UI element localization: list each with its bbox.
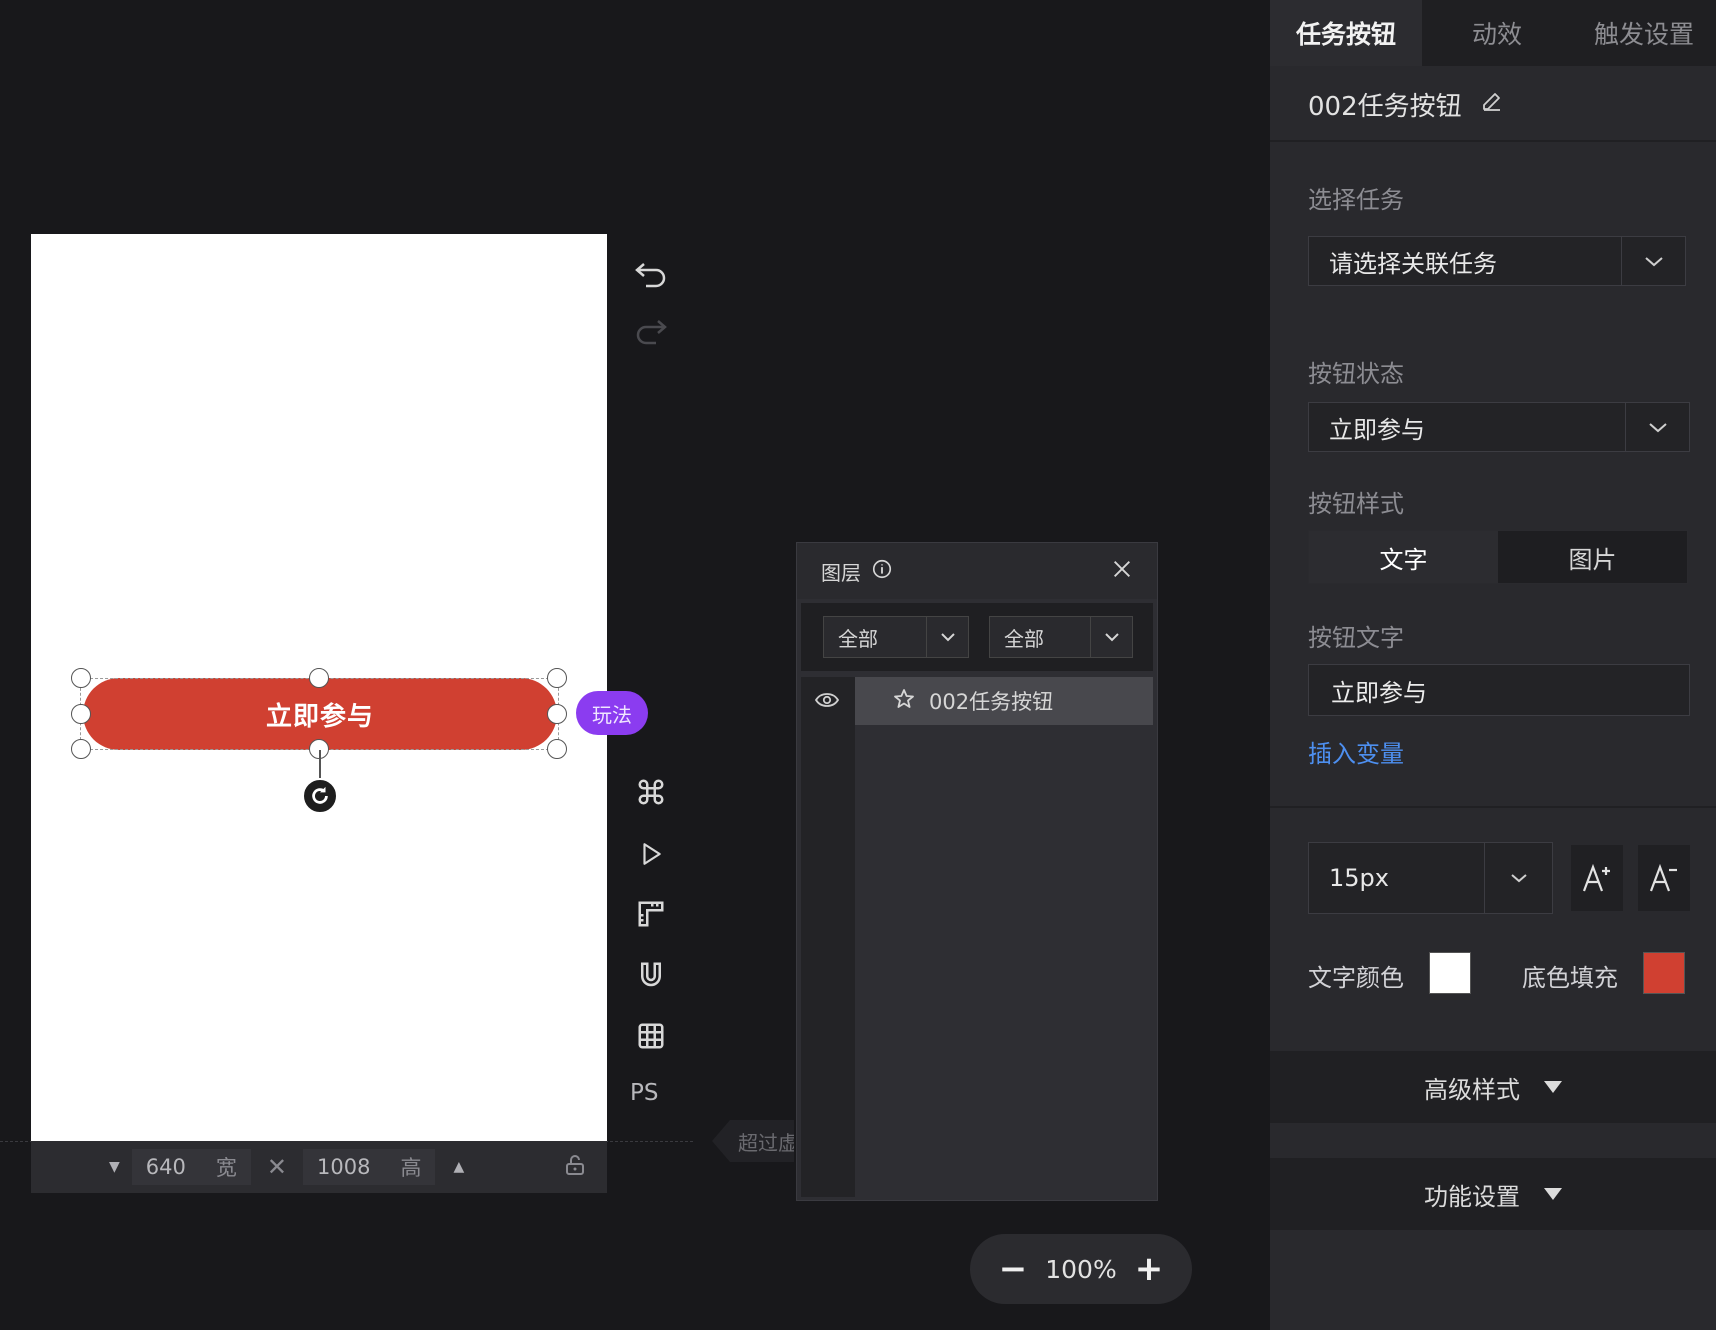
eye-icon[interactable] <box>814 689 840 715</box>
button-state-value: 立即参与 <box>1329 415 1425 444</box>
divider <box>1270 806 1716 808</box>
button-style-label: 按钮样式 <box>1308 490 1404 518</box>
width-value[interactable]: 640 <box>146 1155 186 1179</box>
magnet-icon[interactable] <box>631 955 671 995</box>
resize-handle-top[interactable] <box>309 668 329 688</box>
tab-task-button[interactable]: 任务按钮 <box>1270 0 1422 66</box>
divider <box>1270 140 1716 142</box>
zoom-in-button[interactable]: + <box>1134 1249 1164 1289</box>
layer-filter-1-value: 全部 <box>838 626 878 651</box>
advanced-style-section[interactable]: 高级样式 <box>1270 1051 1716 1123</box>
layer-filter-2-value: 全部 <box>1004 626 1044 651</box>
tab-animation[interactable]: 动效 <box>1422 0 1572 66</box>
style-option-text[interactable]: 文字 <box>1309 531 1498 583</box>
resize-handle-bottom-left[interactable] <box>71 739 91 759</box>
chevron-down-icon <box>1090 617 1132 657</box>
component-star-icon <box>891 687 917 716</box>
font-size-dropdown[interactable]: 15px <box>1308 842 1553 914</box>
function-settings-label: 功能设置 <box>1424 1182 1520 1211</box>
font-decrease-icon[interactable] <box>1638 845 1690 911</box>
zoom-level: 100% <box>1045 1254 1117 1284</box>
font-size-value: 15px <box>1329 864 1389 892</box>
chevron-down-icon <box>1484 843 1552 913</box>
undo-icon[interactable] <box>631 255 671 295</box>
fill-color-label: 底色填充 <box>1522 964 1618 992</box>
ps-import-button[interactable]: PS <box>630 1080 658 1106</box>
select-task-dropdown[interactable]: 请选择关联任务 <box>1308 236 1686 286</box>
close-icon[interactable] <box>1111 558 1133 585</box>
advanced-style-label: 高级样式 <box>1424 1075 1520 1104</box>
multiply-icon: ✕ <box>266 1153 287 1181</box>
insert-variable-link[interactable]: 插入变量 <box>1308 734 1404 769</box>
layer-filter-dropdown-2[interactable]: 全部 <box>989 616 1133 658</box>
chevron-down-icon <box>926 617 968 657</box>
caret-down-icon <box>1544 1188 1562 1200</box>
unlock-icon[interactable] <box>563 1153 587 1182</box>
artboard-size-bar: ▼ 640 宽 ✕ 1008 高 ▲ <box>31 1141 607 1193</box>
height-value[interactable]: 1008 <box>317 1155 370 1179</box>
canvas-area: 立即参与 玩法 ▼ 640 宽 ✕ 1008 高 ▲ PS 超过虚 图层 全部 … <box>0 0 1270 1330</box>
layer-panel-title: 图层 <box>821 560 861 585</box>
layer-panel-header: 图层 <box>797 543 1157 599</box>
ruler-icon[interactable] <box>631 894 671 934</box>
command-icon[interactable] <box>631 772 671 812</box>
layer-panel: 图层 全部 全部 002任务按钮 <box>796 542 1158 1201</box>
width-unit: 宽 <box>215 1156 237 1180</box>
height-field[interactable]: 1008 高 <box>302 1149 436 1185</box>
resize-handle-bottom-right[interactable] <box>547 739 567 759</box>
layer-item-label: 002任务按钮 <box>929 690 1054 714</box>
layer-visibility-column <box>801 677 855 1197</box>
button-text-label: 按钮文字 <box>1308 624 1404 652</box>
rotate-icon[interactable] <box>302 778 338 814</box>
resize-handle-top-right[interactable] <box>547 668 567 688</box>
layer-filter-dropdown-1[interactable]: 全部 <box>823 616 969 658</box>
button-state-dropdown[interactable]: 立即参与 <box>1308 402 1690 452</box>
grid-icon[interactable] <box>631 1016 671 1056</box>
text-color-label: 文字颜色 <box>1308 964 1404 992</box>
resize-handle-left[interactable] <box>71 704 91 724</box>
font-increase-icon[interactable] <box>1571 845 1623 911</box>
height-unit: 高 <box>400 1156 422 1180</box>
rotate-stem <box>319 750 321 778</box>
resize-handle-top-left[interactable] <box>71 668 91 688</box>
caret-up-icon[interactable]: ▲ <box>453 1159 464 1175</box>
style-option-image[interactable]: 图片 <box>1498 531 1687 583</box>
panel-tabs: 任务按钮 动效 触发设置 <box>1270 0 1716 66</box>
layer-item[interactable]: 002任务按钮 <box>855 677 1153 725</box>
redo-icon[interactable] <box>631 312 671 352</box>
resize-handle-right[interactable] <box>547 704 567 724</box>
edit-icon[interactable] <box>1480 89 1504 120</box>
button-style-toggle: 文字 图片 <box>1308 530 1688 584</box>
play-badge[interactable]: 玩法 <box>576 691 648 735</box>
component-title: 002任务按钮 <box>1308 86 1504 123</box>
width-field[interactable]: 640 宽 <box>131 1149 251 1185</box>
caret-down-icon[interactable]: ▼ <box>109 1159 120 1175</box>
tab-trigger-settings[interactable]: 触发设置 <box>1572 0 1716 66</box>
text-color-swatch[interactable] <box>1429 952 1471 994</box>
component-name: 002任务按钮 <box>1308 92 1462 122</box>
layer-filter-bar: 全部 全部 <box>801 603 1153 671</box>
function-settings-section[interactable]: 功能设置 <box>1270 1158 1716 1230</box>
info-icon[interactable] <box>871 558 893 585</box>
overflow-tip: 超过虚 <box>712 1120 794 1162</box>
select-task-placeholder: 请选择关联任务 <box>1329 249 1497 278</box>
select-task-label: 选择任务 <box>1308 186 1404 214</box>
chevron-down-icon <box>1625 403 1689 451</box>
chevron-down-icon <box>1621 237 1685 285</box>
play-icon[interactable] <box>631 834 671 874</box>
button-state-label: 按钮状态 <box>1308 360 1404 388</box>
zoom-out-button[interactable]: − <box>998 1249 1028 1289</box>
properties-panel: 任务按钮 动效 触发设置 002任务按钮 选择任务 请选择关联任务 按钮状态 立… <box>1270 0 1716 1330</box>
zoom-control: − 100% + <box>970 1234 1192 1304</box>
button-text-input[interactable]: 立即参与 <box>1308 664 1690 716</box>
caret-down-icon <box>1544 1081 1562 1093</box>
fill-color-swatch[interactable] <box>1643 952 1685 994</box>
